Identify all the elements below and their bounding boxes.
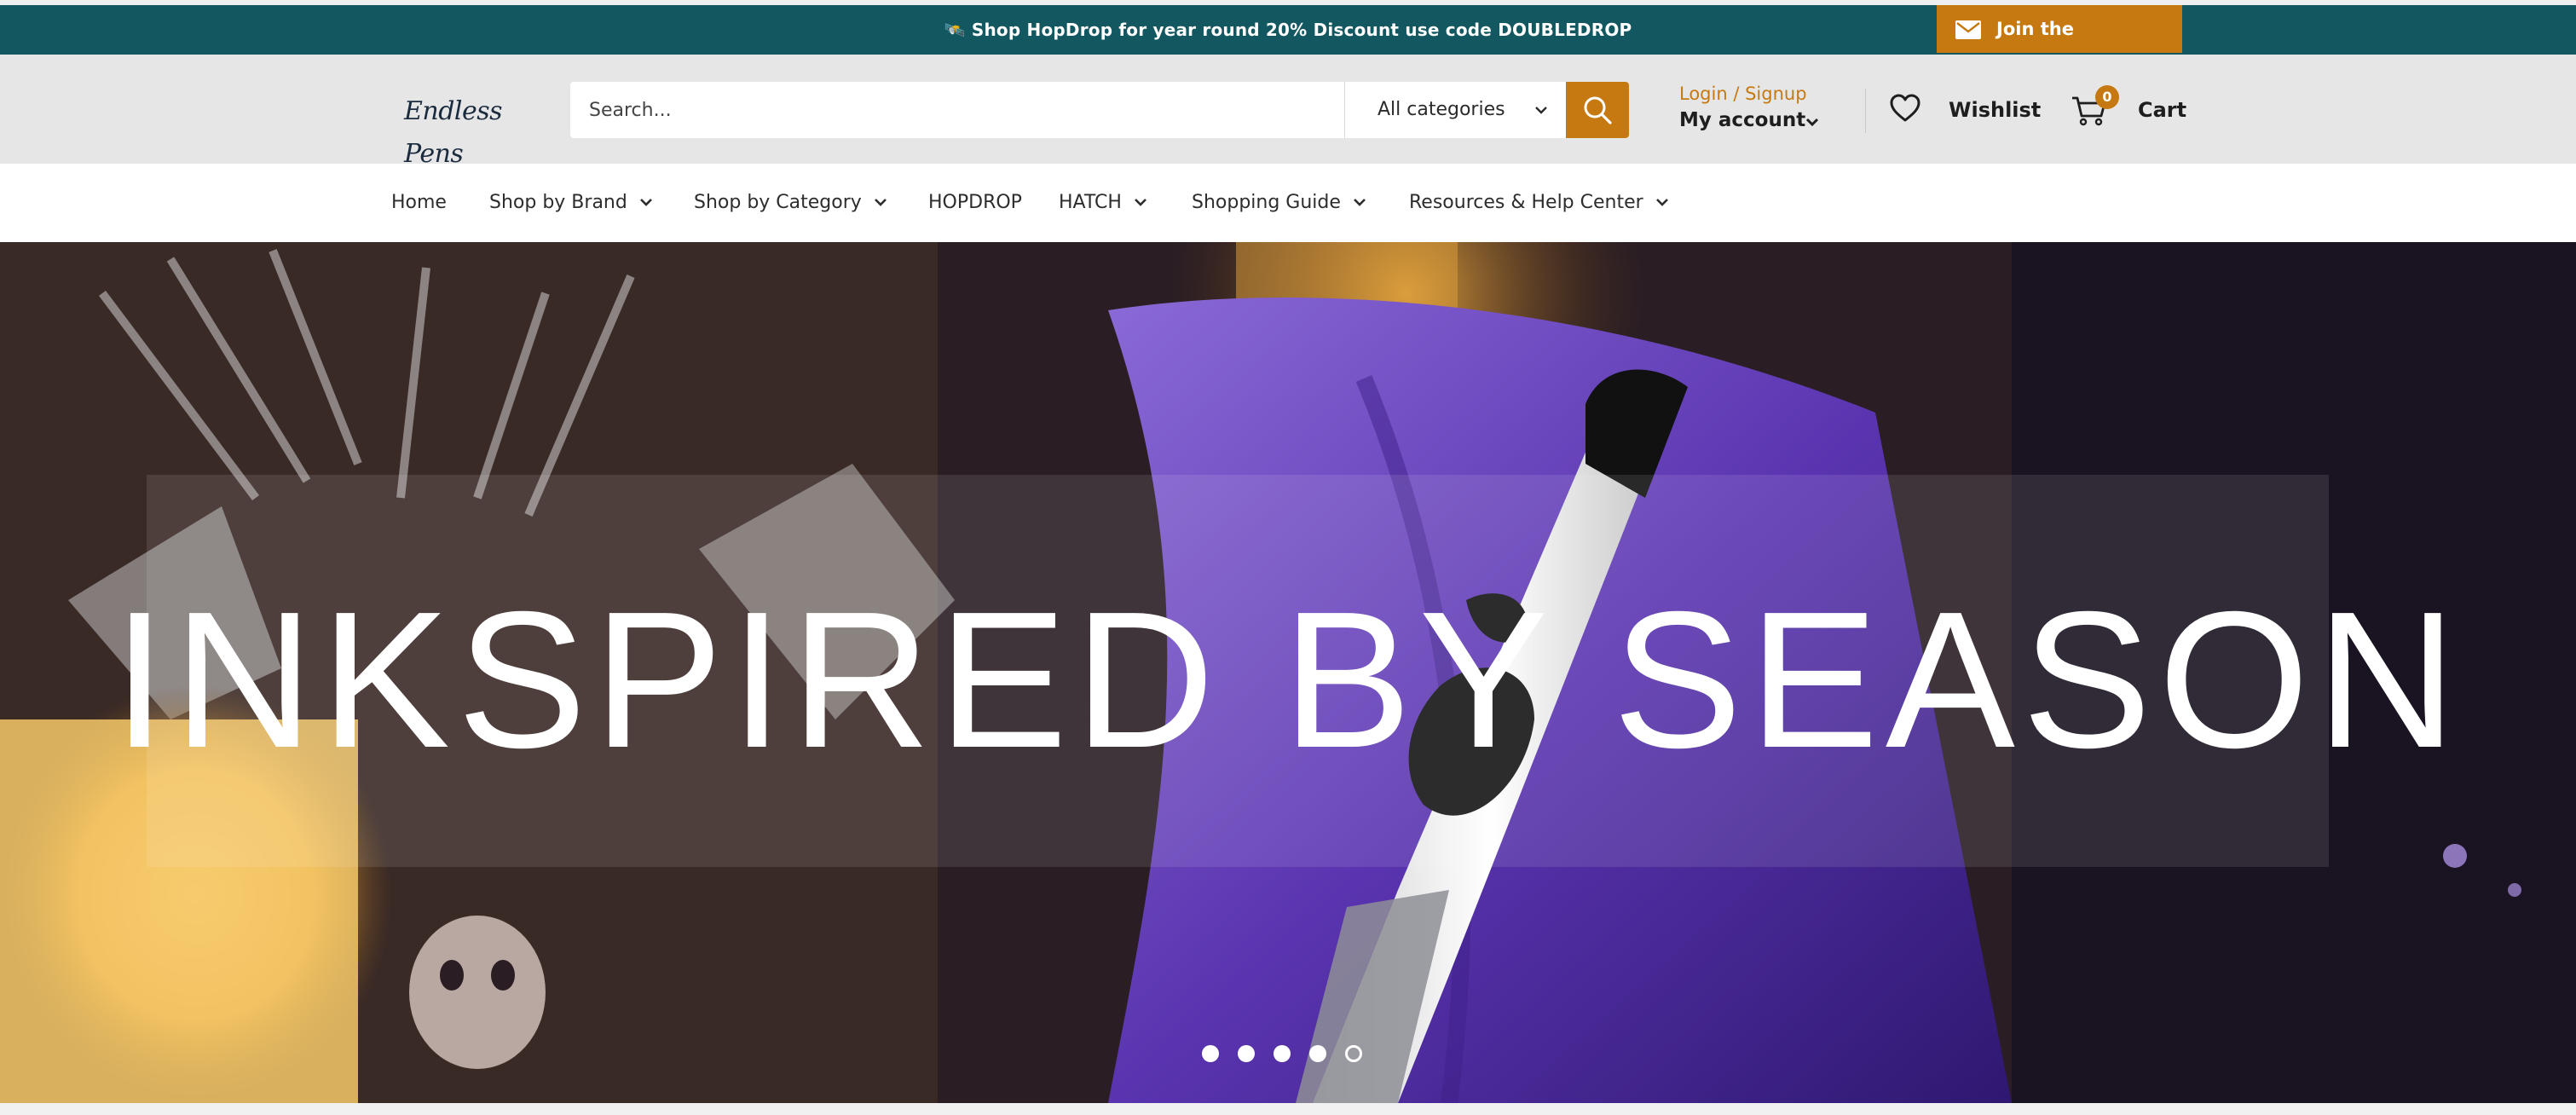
nav-item-shop-by-category[interactable]: Shop by Category (694, 164, 887, 242)
slide-dot[interactable] (1309, 1045, 1326, 1062)
cart-count-badge: 0 (2095, 85, 2119, 109)
wishlist-link[interactable]: Wishlist (1889, 89, 2059, 131)
chevron-down-icon (1655, 199, 1668, 206)
nav-item-label: Shop by Category (694, 192, 862, 213)
slideshow-pagination (1202, 1045, 1372, 1066)
chevron-down-icon (639, 199, 652, 206)
my-account-label[interactable]: My account (1679, 109, 1805, 131)
heart-icon (1890, 94, 1920, 122)
chevron-down-icon (1805, 118, 1819, 127)
nav-item-shopping-guide[interactable]: Shopping Guide (1192, 164, 1366, 242)
site-logo[interactable]: Endless Pens (404, 90, 515, 169)
login-signup-link[interactable]: Login / Signup (1679, 84, 1807, 104)
search-bar: All categories (570, 82, 1629, 138)
cart-label: Cart (2138, 98, 2187, 122)
chevron-down-icon (1535, 107, 1547, 114)
page-bottom-strip (0, 1103, 2576, 1115)
nav-item-label: HATCH (1059, 192, 1122, 213)
nav-item-shop-by-brand[interactable]: Shop by Brand (489, 164, 653, 242)
hero-slideshow[interactable]: INKSPIRED BY SEASON (0, 242, 2576, 1103)
chevron-down-icon (874, 199, 887, 206)
slide-dot[interactable] (1238, 1045, 1255, 1062)
hero-headline: INKSPIRED BY SEASON (113, 572, 2463, 789)
nav-item-label: HOPDROP (928, 192, 1022, 213)
main-navigation: Home Shop by Brand Shop by Category HOPD… (0, 164, 2576, 242)
mail-icon (1955, 20, 1981, 39)
nav-item-label: Home (391, 192, 447, 213)
wishlist-label: Wishlist (1949, 98, 2042, 122)
site-header: Endless Pens All categories Login / Sign… (0, 55, 2576, 169)
slide-dot-active[interactable] (1345, 1045, 1362, 1062)
nav-item-hatch[interactable]: HATCH (1059, 164, 1147, 242)
account-menu[interactable]: Login / Signup My account (1679, 80, 1850, 140)
nav-item-hopdrop[interactable]: HOPDROP (928, 164, 1022, 242)
chevron-down-icon (1135, 199, 1146, 206)
announcement-text: 🛰️ Shop HopDrop for year round 20% Disco… (944, 20, 1632, 40)
search-button[interactable] (1566, 82, 1629, 138)
search-icon (1584, 96, 1612, 124)
newsletter-button[interactable]: Join the Newsletter (1937, 5, 2182, 87)
cart-link[interactable]: 0 Cart (2071, 85, 2191, 131)
nav-item-home[interactable]: Home (391, 164, 447, 242)
slide-dot[interactable] (1202, 1045, 1219, 1062)
nav-item-resources-help-center[interactable]: Resources & Help Center (1409, 164, 1669, 242)
category-select[interactable]: All categories (1344, 82, 1571, 138)
chevron-down-icon (1354, 199, 1366, 206)
search-input[interactable] (570, 82, 1344, 138)
announcement-bar: 🛰️ Shop HopDrop for year round 20% Disco… (0, 5, 2576, 87)
nav-item-label: Resources & Help Center (1409, 192, 1643, 213)
nav-item-label: Shop by Brand (489, 192, 627, 213)
nav-item-label: Shopping Guide (1192, 192, 1341, 213)
category-select-label: All categories (1378, 99, 1505, 120)
slide-dot[interactable] (1274, 1045, 1291, 1062)
header-divider (1865, 89, 1866, 133)
